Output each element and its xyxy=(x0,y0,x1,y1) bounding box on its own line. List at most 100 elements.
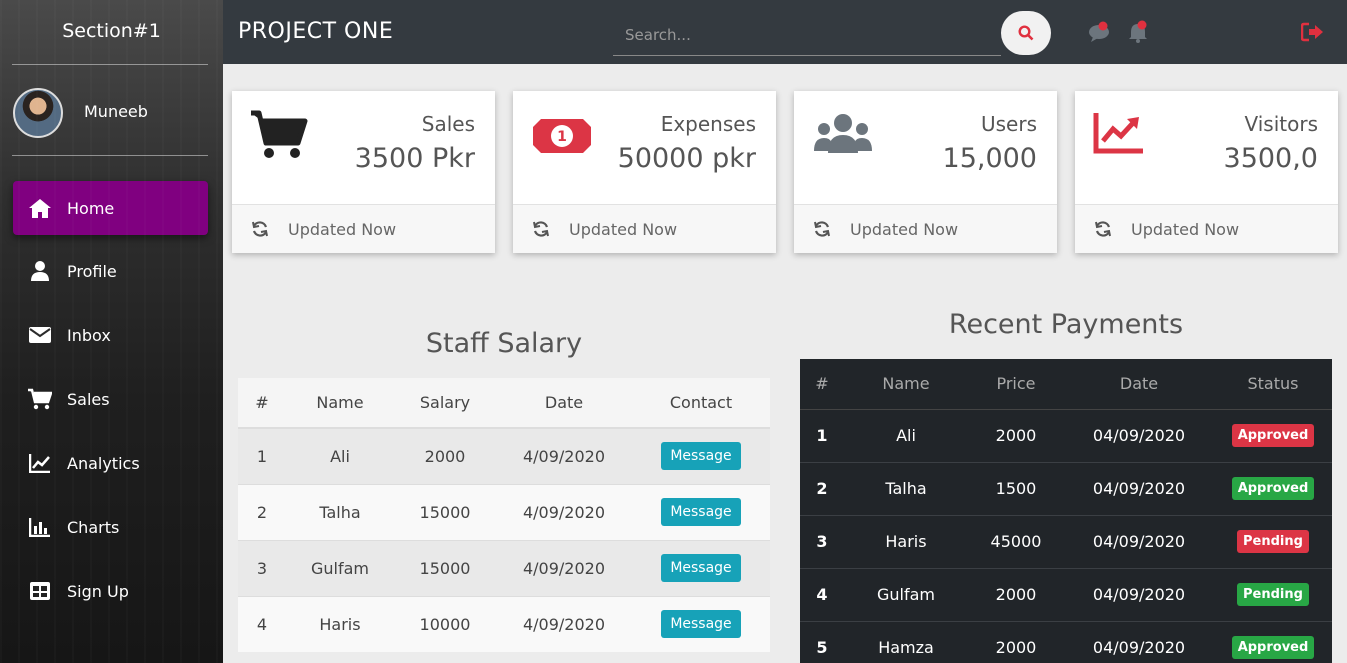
message-button[interactable]: Message xyxy=(661,498,741,526)
stat-card-users: Users 15,000 Updated Now xyxy=(794,91,1057,253)
table-row: 3 Gulfam 15000 4/09/2020 Message xyxy=(238,539,770,596)
sidebar-item-sales[interactable]: Sales xyxy=(13,372,208,426)
row-number: 2 xyxy=(800,461,844,515)
contact-cell: Message xyxy=(632,539,770,596)
sidebar-item-label: Home xyxy=(67,198,115,218)
payment-price: 2000 xyxy=(968,408,1064,462)
card-footer: Updated Now xyxy=(1075,204,1338,253)
payment-date: 04/09/2020 xyxy=(1064,408,1214,462)
staff-salary-table: # Name Salary Date Contact 1 Ali 2000 4/… xyxy=(238,378,770,652)
table-header-row: # Name Price Date Status xyxy=(800,359,1332,410)
contact-cell: Message xyxy=(632,595,770,652)
card-footer-text: Updated Now xyxy=(1131,219,1240,239)
column-header: Price xyxy=(968,359,1064,410)
staff-salary: 10000 xyxy=(394,595,496,652)
notifications-button[interactable] xyxy=(1127,20,1153,44)
column-header: Date xyxy=(496,378,632,429)
status-cell: Approved xyxy=(1214,408,1332,462)
sidebar-item-label: Sign Up xyxy=(67,581,129,601)
table-row: 4 Haris 10000 4/09/2020 Message xyxy=(238,595,770,652)
avatar[interactable] xyxy=(13,88,63,138)
sidebar-item-analytics[interactable]: Analytics xyxy=(13,436,208,490)
home-icon xyxy=(27,197,53,219)
payer-name: Hamza xyxy=(844,620,968,663)
refresh-icon[interactable] xyxy=(250,219,270,239)
column-header: # xyxy=(238,378,286,429)
search-input[interactable] xyxy=(613,14,1001,56)
status-badge: Approved xyxy=(1231,424,1315,447)
refresh-icon[interactable] xyxy=(1093,219,1113,239)
payer-name: Gulfam xyxy=(844,567,968,621)
staff-date: 4/09/2020 xyxy=(496,483,632,540)
payment-date: 04/09/2020 xyxy=(1064,461,1214,515)
column-header: # xyxy=(800,359,844,410)
cart-icon xyxy=(27,388,53,410)
envelope-icon xyxy=(27,324,53,346)
table-row: 3 Haris 45000 04/09/2020 Pending xyxy=(800,514,1332,568)
refresh-icon[interactable] xyxy=(531,219,551,239)
payer-name: Haris xyxy=(844,514,968,568)
staff-salary-title: Staff Salary xyxy=(425,328,583,359)
message-button[interactable]: Message xyxy=(661,554,741,582)
column-header: Name xyxy=(844,359,968,410)
card-label: Expenses xyxy=(660,112,756,136)
bell-icon xyxy=(1129,20,1147,43)
top-navbar: PROJECT ONE xyxy=(223,0,1347,64)
page-title: PROJECT ONE xyxy=(238,19,394,44)
row-number: 4 xyxy=(238,595,286,652)
chat-icon xyxy=(1089,21,1109,42)
money-bill-icon: 1 xyxy=(531,109,593,163)
card-value: 50000 pkr xyxy=(617,143,756,174)
staff-name: Talha xyxy=(286,483,394,540)
sidebar-item-label: Charts xyxy=(67,517,120,537)
sidebar-item-charts[interactable]: Charts xyxy=(13,500,208,554)
sidebar-item-inbox[interactable]: Inbox xyxy=(13,308,208,362)
table-row: 2 Talha 1500 04/09/2020 Approved xyxy=(800,461,1332,515)
sidebar-item-profile[interactable]: Profile xyxy=(13,244,208,298)
card-label: Users xyxy=(980,112,1037,136)
status-badge: Pending xyxy=(1237,530,1309,553)
column-header: Contact xyxy=(632,378,770,429)
logout-button[interactable] xyxy=(1300,22,1325,42)
message-button[interactable]: Message xyxy=(661,442,741,471)
sidebar-item-label: Profile xyxy=(67,261,117,281)
sidebar-item-label: Inbox xyxy=(67,325,111,345)
table-row: 1 Ali 2000 4/09/2020 Message xyxy=(238,427,770,484)
row-number: 4 xyxy=(800,567,844,621)
card-value: 3500 Pkr xyxy=(354,143,475,174)
staff-salary: 15000 xyxy=(394,483,496,540)
search-button[interactable] xyxy=(1001,11,1051,55)
stat-card-sales: Sales 3500 Pkr Updated Now xyxy=(232,91,495,253)
sidebar-item-label: Sales xyxy=(67,389,110,409)
staff-date: 4/09/2020 xyxy=(496,427,632,484)
row-number: 3 xyxy=(238,539,286,596)
divider xyxy=(12,155,208,156)
card-value: 3500,0 xyxy=(1223,143,1318,174)
row-number: 1 xyxy=(238,427,286,484)
stat-card-visitors: Visitors 3500,0 Updated Now xyxy=(1075,91,1338,253)
messages-button[interactable] xyxy=(1088,20,1114,44)
staff-date: 4/09/2020 xyxy=(496,539,632,596)
message-button[interactable]: Message xyxy=(661,610,741,639)
table-row: 4 Gulfam 2000 04/09/2020 Pending xyxy=(800,567,1332,621)
staff-date: 4/09/2020 xyxy=(496,595,632,652)
payment-price: 45000 xyxy=(968,514,1064,568)
svg-text:1: 1 xyxy=(557,129,567,145)
card-footer: Updated Now xyxy=(513,204,776,253)
card-footer: Updated Now xyxy=(794,204,1057,253)
table-icon xyxy=(27,580,53,602)
refresh-icon[interactable] xyxy=(812,219,832,239)
payment-date: 04/09/2020 xyxy=(1064,567,1214,621)
sidebar-item-signup[interactable]: Sign Up xyxy=(13,564,208,618)
payment-price: 2000 xyxy=(968,567,1064,621)
card-footer-text: Updated Now xyxy=(288,219,397,239)
recent-payments-title: Recent Payments xyxy=(948,309,1184,340)
staff-name: Ali xyxy=(286,427,394,484)
cart-icon xyxy=(250,109,312,163)
payment-price: 2000 xyxy=(968,620,1064,663)
staff-salary: 2000 xyxy=(394,427,496,484)
trend-chart-icon xyxy=(1093,109,1155,163)
staff-name: Haris xyxy=(286,595,394,652)
contact-cell: Message xyxy=(632,483,770,540)
sidebar-item-home[interactable]: Home xyxy=(13,181,208,235)
